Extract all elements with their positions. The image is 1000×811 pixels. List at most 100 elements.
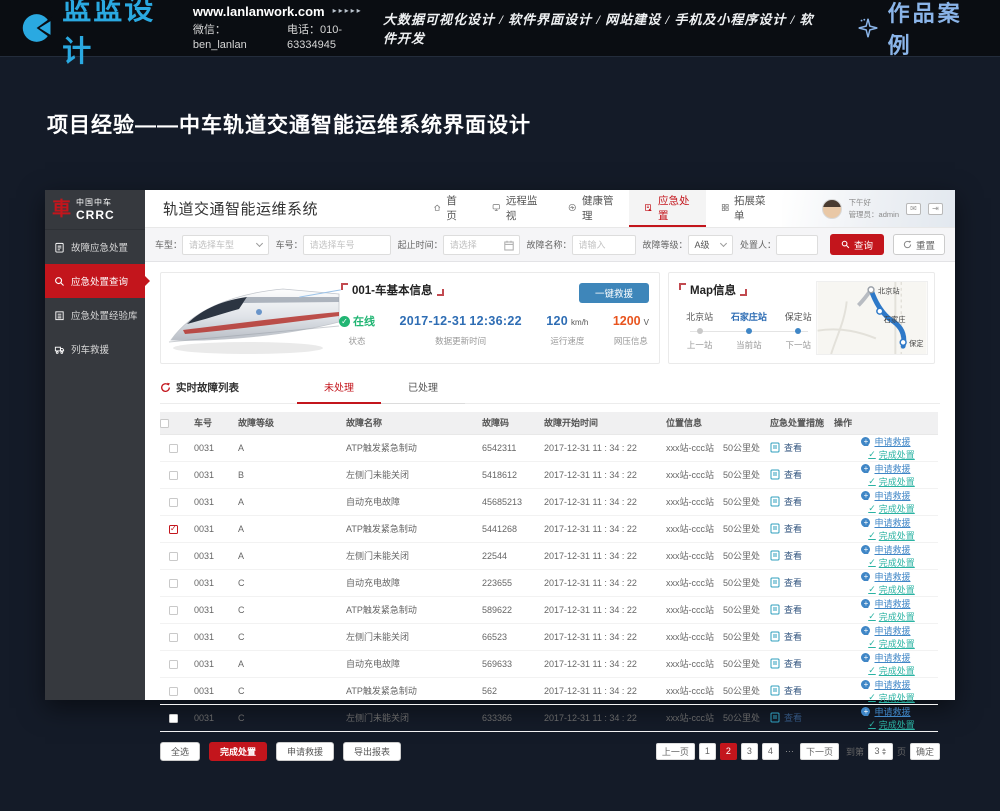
sidebar-item-emergency-query[interactable]: 应急处置查询 — [45, 264, 145, 298]
request-rescue-link[interactable]: + 申请救援 — [861, 705, 910, 718]
nav-emergency-handling[interactable]: 应急处置 — [629, 190, 705, 227]
fault-name-input[interactable] — [572, 235, 636, 255]
row-checkbox[interactable] — [169, 687, 178, 696]
nav-label: 拓展菜单 — [734, 193, 767, 223]
row-checkbox[interactable] — [169, 579, 178, 588]
complete-handling-link[interactable]: ✓ 完成处置 — [868, 529, 915, 542]
row-checkbox[interactable] — [169, 714, 178, 723]
time-range-picker[interactable]: 请选择 — [443, 235, 520, 255]
request-rescue-link[interactable]: + 申请救援 — [861, 624, 910, 637]
request-rescue-link[interactable]: + 申请救援 — [861, 570, 910, 583]
request-rescue-link[interactable]: + 申请救援 — [861, 597, 910, 610]
page-button[interactable]: 1 — [699, 743, 716, 760]
row-checkbox[interactable] — [169, 498, 178, 507]
speed-value: 120 — [546, 314, 568, 328]
handler-input[interactable] — [776, 235, 818, 255]
row-checkbox[interactable] — [169, 552, 178, 561]
complete-handling-link[interactable]: ✓ 完成处置 — [868, 556, 915, 569]
complete-handling-link[interactable]: ✓ 完成处置 — [868, 475, 915, 488]
crrc-logo: 車 中国中车 CRRC — [45, 190, 145, 230]
select-all-checkbox[interactable] — [160, 419, 169, 428]
rescue-button[interactable]: 申请救援 — [276, 742, 334, 761]
sidebar-item-experience-library[interactable]: 应急处置经验库 — [45, 298, 145, 332]
view-link[interactable]: 查看 — [770, 711, 802, 724]
nav-health-management[interactable]: 健康管理 — [553, 190, 629, 227]
view-label: 查看 — [784, 549, 802, 562]
complete-handling-link[interactable]: ✓ 完成处置 — [868, 718, 915, 731]
view-link[interactable]: 查看 — [770, 657, 802, 670]
fault-name-label: 故障名称： — [527, 238, 572, 251]
complete-handling-link[interactable]: ✓ 完成处置 — [868, 583, 915, 596]
logout-button[interactable]: ⇥ — [928, 203, 943, 215]
row-checkbox[interactable] — [169, 525, 178, 534]
search-button[interactable]: 查询 — [830, 234, 884, 255]
row-checkbox[interactable] — [169, 606, 178, 615]
avatar[interactable] — [822, 199, 842, 219]
request-rescue-link[interactable]: + 申请救援 — [861, 678, 910, 691]
rescue-label: 申请救援 — [874, 597, 910, 610]
sidebar-item-train-rescue[interactable]: 列车救援 — [45, 332, 145, 366]
request-rescue-link[interactable]: + 申请救援 — [861, 435, 910, 448]
page-button[interactable]: 4 — [762, 743, 779, 760]
nav-remote-monitor[interactable]: 远程监视 — [477, 190, 553, 227]
fault-table: 车号 故障等级 故障名称 故障码 故障开始时间 位置信息 应急处置措施 操作 0… — [160, 412, 938, 732]
view-link[interactable]: 查看 — [770, 549, 802, 562]
prev-page-button[interactable]: 上一页 — [656, 743, 695, 760]
view-link[interactable]: 查看 — [770, 522, 802, 535]
rescue-label: 申请救援 — [874, 624, 910, 637]
complete-handling-link[interactable]: ✓ 完成处置 — [868, 502, 915, 515]
fault-level-select[interactable]: A级 — [688, 235, 733, 255]
cell-start-time: 2017-12-31 11 : 34 : 22 — [536, 515, 658, 542]
view-link[interactable]: 查看 — [770, 495, 802, 508]
complete-handling-link[interactable]: ✓ 完成处置 — [868, 610, 915, 623]
view-link[interactable]: 查看 — [770, 684, 802, 697]
row-checkbox[interactable] — [169, 471, 178, 480]
car-type-select[interactable]: 请选择车型 — [182, 235, 269, 255]
request-rescue-link[interactable]: + 申请救援 — [861, 543, 910, 556]
nav-home[interactable]: 首页 — [418, 190, 477, 227]
cell-fault-name: 左侧门未能关闭 — [338, 542, 474, 569]
nav-extended-menu[interactable]: 拓展菜单 — [706, 190, 782, 227]
view-link[interactable]: 查看 — [770, 576, 802, 589]
view-link[interactable]: 查看 — [770, 603, 802, 616]
page-button[interactable]: 3 — [741, 743, 758, 760]
view-link[interactable]: 查看 — [770, 441, 802, 454]
row-checkbox[interactable] — [169, 444, 178, 453]
select-all-button[interactable]: 全选 — [160, 742, 200, 761]
one-key-rescue-button[interactable]: 一键救援 — [579, 283, 649, 303]
page-button[interactable]: 2 — [720, 743, 737, 760]
plus-circle-icon: + — [861, 653, 870, 662]
complete-handling-link[interactable]: ✓ 完成处置 — [868, 637, 915, 650]
tab-unhandled[interactable]: 未处理 — [297, 379, 381, 404]
goto-page-stepper[interactable]: 3 — [868, 743, 893, 760]
done-label: 完成处置 — [879, 691, 915, 704]
station-dot — [795, 328, 801, 334]
col-measures: 应急处置措施 — [762, 412, 834, 434]
request-rescue-link[interactable]: + 申请救援 — [861, 651, 910, 664]
export-button[interactable]: 导出报表 — [343, 742, 401, 761]
map-info-card: Map信息 北京站 上一站 石家庄站 当前站 保定站 — [668, 272, 935, 364]
cell-start-time: 2017-12-31 11 : 34 : 22 — [536, 677, 658, 704]
car-no-input[interactable] — [303, 235, 391, 255]
cell-fault-name: 自动充电故障 — [338, 569, 474, 596]
next-page-button[interactable]: 下一页 — [800, 743, 839, 760]
mail-button[interactable]: ✉ — [906, 203, 921, 215]
request-rescue-link[interactable]: + 申请救援 — [861, 516, 910, 529]
phone-label: 电话：010-63334945 — [287, 23, 383, 53]
view-link[interactable]: 查看 — [770, 468, 802, 481]
request-rescue-link[interactable]: + 申请救援 — [861, 462, 910, 475]
sidebar-item-fault-emergency[interactable]: 故障应急处置 — [45, 230, 145, 264]
complete-handling-link[interactable]: ✓ 完成处置 — [868, 691, 915, 704]
tab-handled[interactable]: 已处理 — [381, 379, 465, 404]
complete-button[interactable]: 完成处置 — [209, 742, 267, 761]
confirm-button[interactable]: 确定 — [910, 743, 940, 760]
complete-handling-link[interactable]: ✓ 完成处置 — [868, 664, 915, 677]
table-row: 0031 C 左侧门未能关闭 633366 2017-12-31 11 : 34… — [160, 704, 938, 731]
request-rescue-link[interactable]: + 申请救援 — [861, 489, 910, 502]
row-checkbox[interactable] — [169, 633, 178, 642]
complete-handling-link[interactable]: ✓ 完成处置 — [868, 448, 915, 461]
reset-button[interactable]: 重置 — [893, 234, 945, 255]
cell-fault-name: 自动充电故障 — [338, 488, 474, 515]
view-link[interactable]: 查看 — [770, 630, 802, 643]
row-checkbox[interactable] — [169, 660, 178, 669]
